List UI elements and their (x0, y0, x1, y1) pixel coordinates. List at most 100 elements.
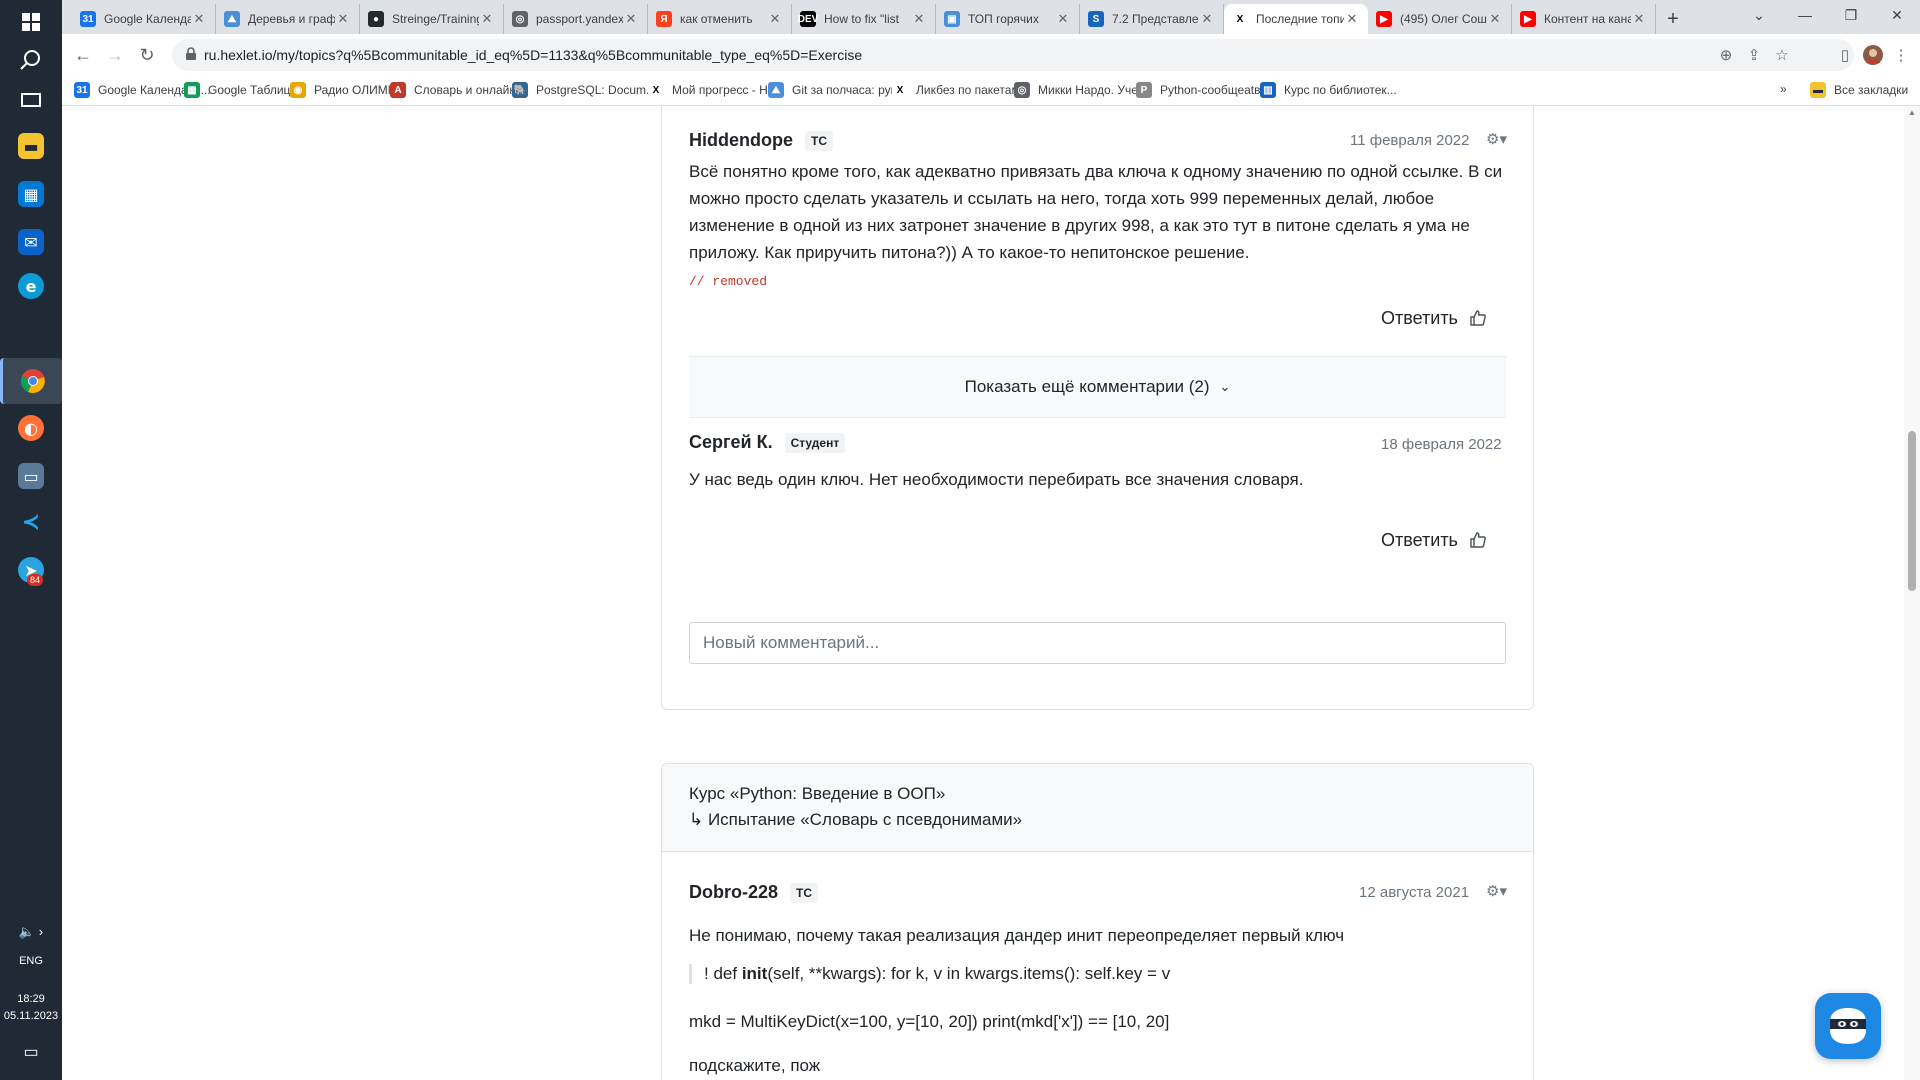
chat-assistant-button[interactable] (1815, 993, 1881, 1059)
comment-author[interactable]: Сергей К. (689, 432, 773, 453)
bookmark-favicon-icon: ▥ (1260, 82, 1276, 98)
file-explorer-icon[interactable]: ▬ (13, 128, 49, 164)
bookmark-item[interactable]: ◉ Радио ОЛИМП (290, 82, 396, 98)
bookmark-item[interactable]: X Мой прогресс - Не... (648, 82, 784, 98)
close-tab-icon[interactable]: ✕ (623, 11, 639, 27)
tab-title: ТОП горячих (968, 12, 1039, 26)
close-tab-icon[interactable]: ✕ (911, 11, 927, 27)
comment-date[interactable]: 12 августа 2021 (1359, 884, 1469, 901)
close-tab-icon[interactable]: ✕ (1631, 11, 1647, 27)
chrome-icon[interactable] (0, 358, 62, 404)
restore-button[interactable]: ❐ (1828, 0, 1874, 30)
bookmark-item[interactable]: ▥ Курс по библиотек... (1260, 82, 1397, 98)
browser-tab[interactable]: ▣ ТОП горячих ✕ (936, 4, 1080, 34)
thumbs-up-icon[interactable] (1468, 530, 1488, 550)
browser-tab[interactable]: Якак отменить ✕ (648, 4, 792, 34)
browser-tab[interactable]: X Последние топики✕ (1224, 4, 1368, 34)
browser-tab[interactable]: ● Streinge/Training ✕ (360, 4, 504, 34)
close-tab-icon[interactable]: ✕ (191, 11, 207, 27)
site-info-icon[interactable] (184, 47, 198, 61)
clock-time[interactable]: 18:29 (0, 993, 62, 1005)
reply-button[interactable]: Ответить (1381, 308, 1458, 329)
browser-tab[interactable]: DEV How to fix "list ✕ (792, 4, 936, 34)
browser-tab[interactable]: 31 Google Календарь✕ (72, 4, 216, 34)
mail-icon[interactable]: ✉ (13, 224, 49, 260)
all-bookmarks[interactable]: ▬ Все закладки (1810, 82, 1908, 98)
bookmark-label: Словарь и онлайн... (414, 83, 526, 97)
comment-body: Всё понятно кроме того, как адекватно пр… (689, 162, 1503, 262)
vscode-icon[interactable]: ≺ (13, 504, 49, 540)
comment-author[interactable]: Hiddendope (689, 130, 793, 151)
comment-header: Hiddendope ТС (689, 130, 833, 151)
minimize-button[interactable]: — (1782, 0, 1828, 30)
tab-title: How to fix "list (824, 12, 899, 26)
gear-icon[interactable]: ⚙▾ (1486, 130, 1507, 148)
tab-favicon-icon: 31 (80, 11, 96, 27)
back-icon[interactable]: ← (70, 42, 96, 68)
gear-icon[interactable]: ⚙▾ (1486, 882, 1507, 900)
show-more-label: Показать ещё комментарии (2) (964, 377, 1210, 396)
close-tab-icon[interactable]: ✕ (1199, 11, 1215, 27)
close-tab-icon[interactable]: ✕ (1487, 11, 1503, 27)
show-more-comments-button[interactable]: Показать ещё комментарии (2) ⌄ (689, 356, 1506, 418)
browser-tab[interactable]: ◎ passport.yandex ✕ (504, 4, 648, 34)
close-tab-icon[interactable]: ✕ (479, 11, 495, 27)
menu-kebab-icon[interactable]: ⋮ (1890, 44, 1912, 66)
browser-tab[interactable]: ⛰ Деревья и графы✕ (216, 4, 360, 34)
url-text[interactable]: ru.hexlet.io/my/topics?q%5Bcommunitable_… (204, 47, 862, 63)
bookmark-item[interactable]: A Словарь и онлайн... (390, 82, 526, 98)
bookmark-item[interactable]: X Ликбез по пакетам... (892, 82, 1030, 98)
zoom-icon[interactable]: ⊕ (1716, 45, 1736, 65)
task-view-icon[interactable] (13, 82, 49, 118)
bookmark-item[interactable]: ⛰ Git за полчаса: рук... (768, 82, 906, 98)
bookmark-item[interactable]: ▦ Google Таблицы (184, 82, 299, 98)
tab-search-icon[interactable]: ⌄ (1736, 0, 1782, 30)
scroll-up-icon[interactable]: ▲ (1907, 108, 1917, 118)
firefox-icon[interactable]: ◐ (13, 410, 49, 446)
profile-avatar[interactable] (1862, 44, 1884, 66)
close-tab-icon[interactable]: ✕ (1055, 11, 1071, 27)
new-tab-button[interactable]: + (1656, 4, 1690, 34)
exercise-link[interactable]: ↳ Испытание «Словарь с псевдонимами» (689, 810, 1022, 830)
volume-icon[interactable]: 🔈 › (0, 924, 62, 940)
close-tab-icon[interactable]: ✕ (335, 11, 351, 27)
scrollbar-thumb[interactable] (1908, 431, 1916, 591)
reply-button[interactable]: Ответить (1381, 530, 1458, 551)
bookmark-star-icon[interactable]: ☆ (1772, 45, 1792, 65)
reload-icon[interactable]: ↻ (134, 42, 160, 68)
bookmark-item[interactable]: P Python-сообщеatв... (1136, 82, 1271, 98)
telegram-icon[interactable]: ➤ 84 (13, 552, 49, 588)
tab-title: как отменить (680, 12, 753, 26)
search-icon[interactable] (13, 42, 49, 78)
comment-date[interactable]: 11 февраля 2022 (1350, 132, 1470, 149)
comment-author[interactable]: Dobro-228 (689, 882, 778, 903)
address-bar[interactable]: ru.hexlet.io/my/topics?q%5Bcommunitable_… (172, 39, 1854, 71)
close-tab-icon[interactable]: ✕ (767, 11, 783, 27)
bookmark-item[interactable]: ◎ Микки Нардо. Уче... (1014, 82, 1148, 98)
action-center-icon[interactable]: ▭ (0, 1042, 62, 1062)
bookmark-favicon-icon: 31 (74, 82, 90, 98)
more-bookmarks-icon[interactable]: » (1780, 82, 1787, 96)
store-icon[interactable]: ▦ (13, 176, 49, 212)
new-comment-input[interactable] (689, 622, 1506, 664)
close-window-button[interactable]: ✕ (1874, 0, 1920, 30)
clock-date[interactable]: 05.11.2023 (0, 1010, 62, 1022)
bookmark-item[interactable]: 🐘 PostgreSQL: Docum... (512, 82, 656, 98)
thumbs-up-icon[interactable] (1468, 308, 1488, 328)
page-scrollbar[interactable]: ▲ (1904, 106, 1920, 1080)
language-indicator[interactable]: ENG (0, 955, 62, 967)
comment-body: Не понимаю, почему такая реализация данд… (689, 926, 1345, 945)
side-panel-icon[interactable]: ▯ (1834, 44, 1856, 66)
remote-desktop-icon[interactable]: ▭ (13, 458, 49, 494)
browser-tab[interactable]: ▶ Контент на канале✕ (1512, 4, 1656, 34)
bookmark-favicon-icon: ⛰ (768, 82, 784, 98)
course-link[interactable]: Курс «Python: Введение в ООП» (689, 784, 945, 804)
browser-tab[interactable]: S 7.2 Представление✕ (1080, 4, 1224, 34)
comment-date[interactable]: 18 февраля 2022 (1381, 436, 1502, 453)
forward-icon[interactable]: → (102, 42, 128, 68)
edge-icon[interactable]: e (13, 268, 49, 304)
close-tab-icon[interactable]: ✕ (1344, 11, 1360, 27)
share-icon[interactable]: ⇪ (1744, 45, 1764, 65)
browser-tab[interactable]: ▶ (495) Олег Сошников✕ (1368, 4, 1512, 34)
windows-start-icon[interactable] (13, 4, 49, 40)
